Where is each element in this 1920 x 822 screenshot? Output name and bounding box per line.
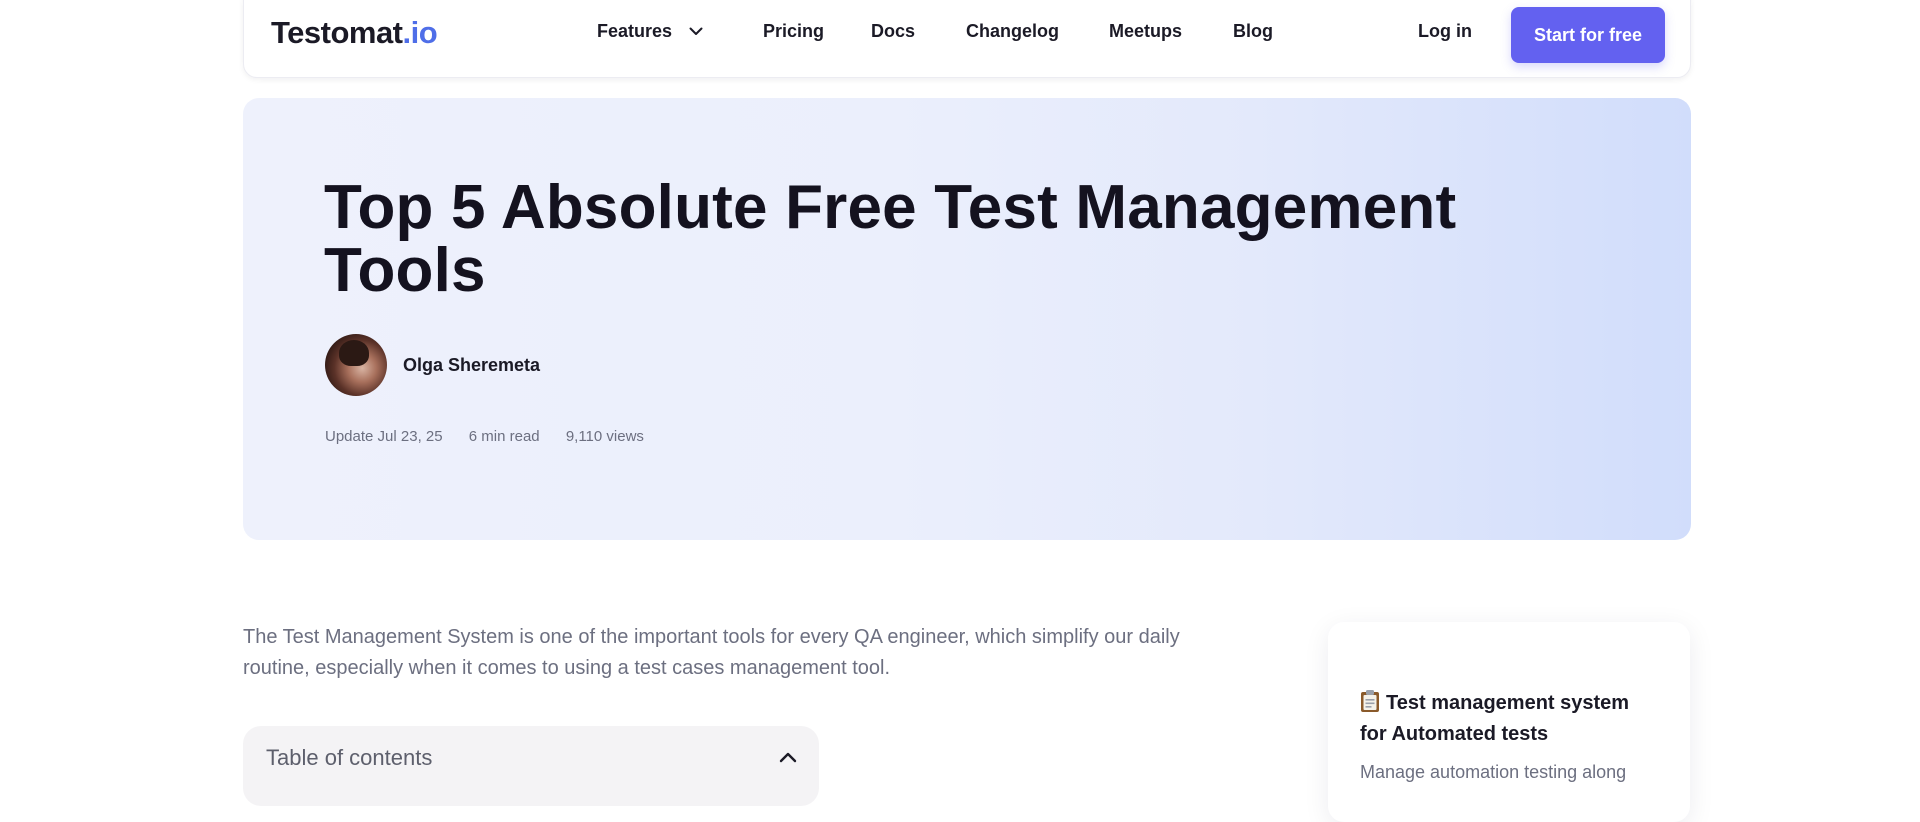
- article-title: Top 5 Absolute Free Test Management Tool…: [324, 173, 1457, 305]
- logo-suffix-text: .io: [402, 15, 438, 50]
- nav-docs[interactable]: Docs: [871, 21, 915, 42]
- read-time: 6 min read: [468, 428, 540, 445]
- nav-changelog[interactable]: Changelog: [966, 21, 1059, 42]
- nav-features[interactable]: Features: [597, 21, 703, 43]
- site-header: Testomat.io Features Pricing Docs Change…: [243, 0, 1691, 78]
- login-link[interactable]: Log in: [1418, 21, 1472, 42]
- nav-meetups[interactable]: Meetups: [1109, 21, 1182, 42]
- updated-date: Update Jul 23, 25: [325, 428, 443, 445]
- article-meta: Update Jul 23, 25 6 min read 9,110 views: [325, 428, 666, 445]
- promo-card-title-text: Test management system for Automated tes…: [1360, 692, 1630, 745]
- author-avatar[interactable]: [325, 334, 387, 396]
- start-for-free-button[interactable]: Start for free: [1511, 7, 1665, 63]
- testomat-logo[interactable]: Testomat.io: [271, 15, 438, 51]
- nav-blog[interactable]: Blog: [1233, 21, 1273, 42]
- promo-card-description: Manage automation testing along: [1360, 762, 1627, 782]
- nav-features-label: Features: [597, 21, 673, 41]
- promo-card[interactable]: Test management system for Automated tes…: [1328, 622, 1690, 822]
- author-name[interactable]: Olga Sheremeta: [403, 355, 540, 376]
- chevron-down-icon: [689, 20, 703, 41]
- logo-main-text: Testomat: [271, 15, 403, 50]
- view-count: 9,110 views: [565, 428, 644, 445]
- promo-card-title: Test management system for Automated tes…: [1360, 688, 1660, 750]
- article-hero: Top 5 Absolute Free Test Management Tool…: [243, 98, 1691, 540]
- chevron-up-icon: [779, 750, 797, 768]
- nav-pricing[interactable]: Pricing: [763, 21, 824, 42]
- clipboard-icon: [1360, 689, 1380, 713]
- article-intro: The Test Management System is one of the…: [243, 626, 1180, 679]
- table-of-contents-toggle[interactable]: Table of contents: [243, 726, 819, 806]
- toc-title: Table of contents: [266, 745, 433, 770]
